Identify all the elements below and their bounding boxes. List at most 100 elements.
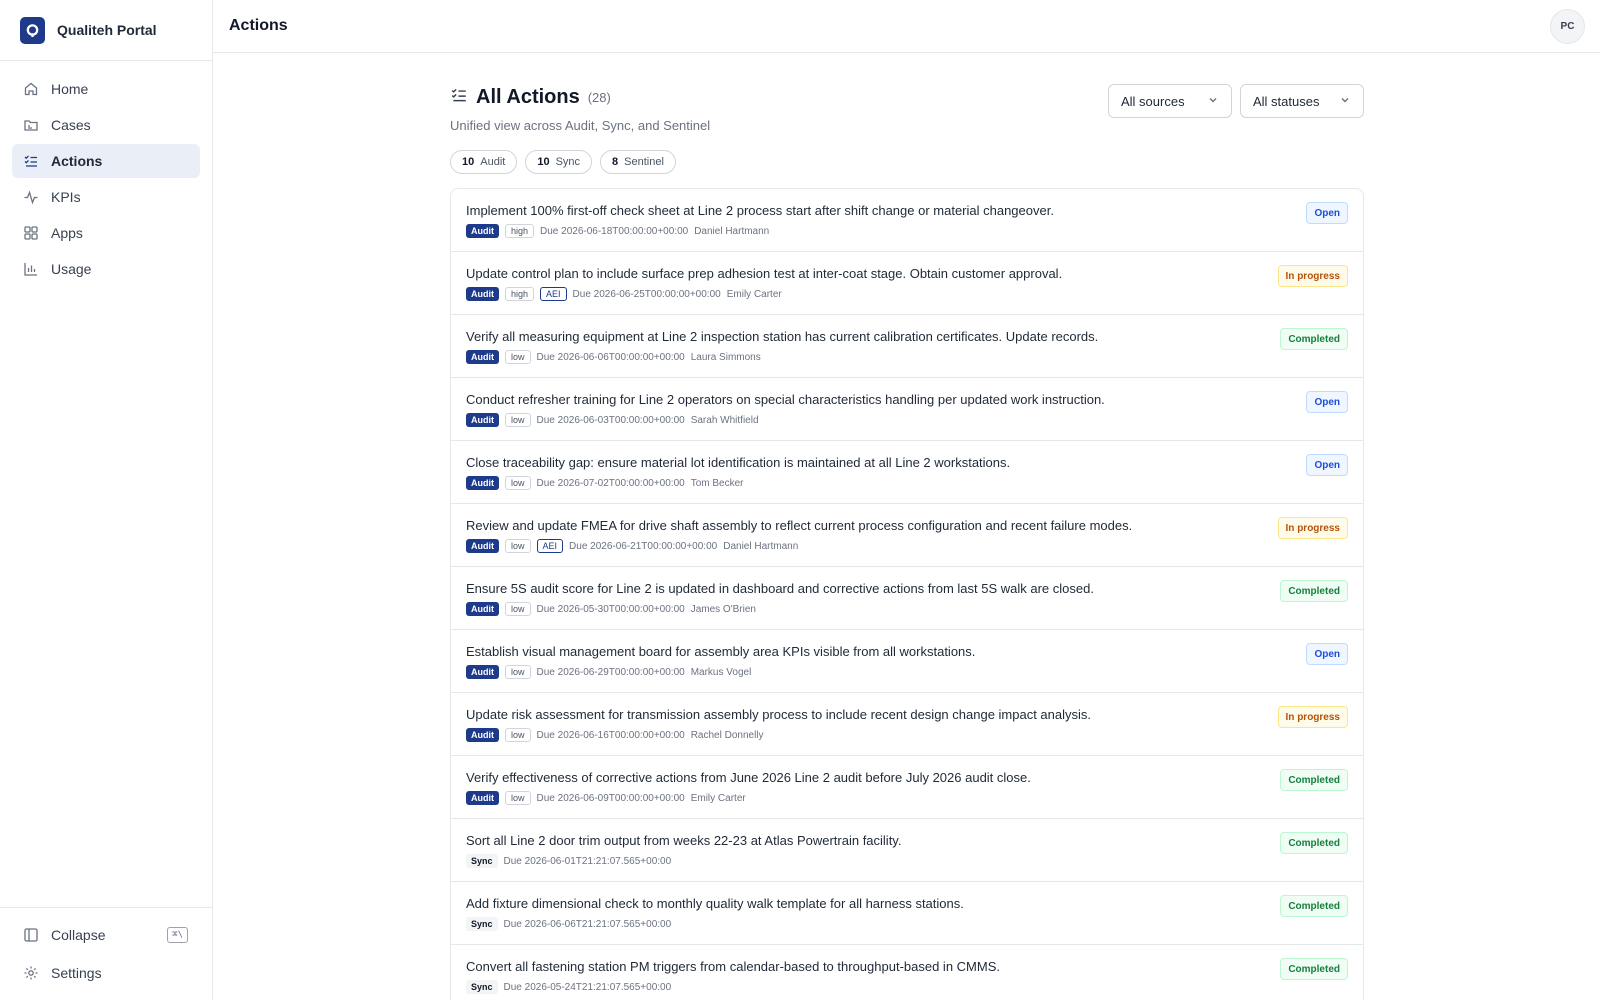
sidebar-collapse-icon [23,927,39,943]
page-title: All Actions [476,85,580,108]
due-date: Due 2026-06-18T00:00:00+00:00 [540,225,689,237]
list-item[interactable]: Add fixture dimensional check to monthly… [451,882,1363,945]
list-item[interactable]: Update risk assessment for transmission … [451,693,1363,756]
chip-count: 10 [537,156,550,168]
chip-sentinel[interactable]: 8 Sentinel [600,150,676,174]
source-badge: Audit [466,665,499,679]
priority-badge: low [505,413,531,427]
action-title: Close traceability gap: ensure material … [466,455,1011,470]
action-meta: Audit low Due 2026-06-06T00:00:00+00:00 Lau… [466,350,1348,364]
action-meta: Audit low Due 2026-07-02T00:00:00+00:00 Tom… [466,476,1348,490]
status-badge: Completed [1280,769,1348,791]
activity-icon [23,189,39,205]
list-item[interactable]: Review and update FMEA for drive shaft a… [451,504,1363,567]
sidebar-item-usage[interactable]: Usage [12,252,200,286]
list-item[interactable]: Establish visual management board for as… [451,630,1363,693]
status-badge: In progress [1277,706,1348,728]
due-date: Due 2026-06-29T00:00:00+00:00 [536,666,685,678]
chip-audit[interactable]: 10 Audit [450,150,518,174]
priority-badge: low [505,602,531,616]
due-date: Due 2026-07-02T00:00:00+00:00 [536,477,685,489]
status-filter-select[interactable]: All statuses [1240,84,1364,118]
source-filter-select[interactable]: All sources [1108,84,1232,118]
chevron-down-icon [1339,94,1351,109]
action-meta: Sync Due 2026-05-24T21:21:07.565+00:00 [466,980,1348,994]
action-title: Verify effectiveness of corrective actio… [466,770,1031,785]
sidebar-item-actions[interactable]: Actions [12,144,200,178]
grid-icon [23,225,39,241]
sidebar-item-label: Home [51,81,89,97]
list-item[interactable]: Verify all measuring equipment at Line 2… [451,315,1363,378]
priority-badge: low [505,476,531,490]
sidebar-item-cases[interactable]: Cases [12,108,200,142]
list-item[interactable]: Close traceability gap: ensure material … [451,441,1363,504]
source-filter-value: All sources [1121,93,1185,109]
status-badge: Completed [1280,832,1348,854]
status-badge: Completed [1280,328,1348,350]
list-item[interactable]: Convert all fastening station PM trigger… [451,945,1363,1000]
status-badge: In progress [1277,517,1348,539]
due-date: Due 2026-06-16T00:00:00+00:00 [536,729,685,741]
action-title: Ensure 5S audit score for Line 2 is upda… [466,581,1094,596]
action-meta: Audit low Due 2026-06-03T00:00:00+00:00 Sar… [466,413,1348,427]
action-title: Verify all measuring equipment at Line 2… [466,329,1099,344]
source-badge: Audit [466,791,499,805]
list-item[interactable]: Sort all Line 2 door trim output from we… [451,819,1363,882]
status-badge: Completed [1280,895,1348,917]
aei-badge: AEI [540,287,567,301]
brand[interactable]: Qualiteh Portal [0,0,212,61]
priority-badge: high [505,224,535,238]
owner-name: Laura Simmons [690,351,761,363]
source-badge: Audit [466,287,499,301]
chip-label: Sync [555,156,581,168]
main-content: All Actions (28) Unified view across Aud… [450,53,1364,1000]
settings-button[interactable]: Settings [12,956,200,990]
owner-name: Emily Carter [690,792,746,804]
chip-label: Sentinel [624,156,664,168]
sidebar-item-label: Cases [51,117,91,133]
action-meta: Sync Due 2026-06-01T21:21:07.565+00:00 [466,854,1348,868]
action-meta: Audit low Due 2026-06-29T00:00:00+00:00 Mar… [466,665,1348,679]
owner-name: Tom Becker [690,477,744,489]
sidebar-item-home[interactable]: Home [12,72,200,106]
collapse-button[interactable]: Collapse ⌘\ [12,918,200,952]
source-badge: Audit [466,413,499,427]
action-title: Update risk assessment for transmission … [466,707,1092,722]
sidebar-footer: Collapse ⌘\ Settings [0,907,212,1000]
due-date: Due 2026-06-01T21:21:07.565+00:00 [503,855,672,867]
sidebar-item-label: Actions [51,153,103,169]
action-meta: Audit high AEI Due 2026-06-25T00:00:00+00:0… [466,287,1348,301]
status-badge: Completed [1280,958,1348,980]
chip-sync[interactable]: 10 Sync [525,150,593,174]
sidebar-item-label: Apps [51,225,83,241]
gear-icon [23,965,39,981]
top-header: Actions PC [213,0,1600,53]
owner-name: Emily Carter [726,288,782,300]
sidebar: Qualiteh Portal Home Cases Actions KPIs … [0,0,213,1000]
list-item[interactable]: Implement 100% first-off check sheet at … [451,189,1363,252]
priority-badge: high [505,287,535,301]
list-item[interactable]: Ensure 5S audit score for Line 2 is upda… [451,567,1363,630]
priority-badge: low [505,791,531,805]
source-badge: Sync [466,980,498,994]
source-badge: Audit [466,539,499,553]
action-meta: Audit low Due 2026-06-16T00:00:00+00:00 Rac… [466,728,1348,742]
page-subtitle: Unified view across Audit, Sync, and Sen… [450,118,711,133]
sidebar-item-label: KPIs [51,189,81,205]
owner-name: Rachel Donnelly [690,729,764,741]
list-item[interactable]: Conduct refresher training for Line 2 op… [451,378,1363,441]
due-date: Due 2026-06-06T00:00:00+00:00 [536,351,685,363]
sidebar-item-label: Usage [51,261,92,277]
actions-list: Implement 100% first-off check sheet at … [450,188,1364,1000]
list-item[interactable]: Update control plan to include surface p… [451,252,1363,315]
action-meta: Sync Due 2026-06-06T21:21:07.565+00:00 [466,917,1348,931]
avatar[interactable]: PC [1550,9,1585,44]
action-title: Sort all Line 2 door trim output from we… [466,833,902,848]
status-badge: Open [1306,391,1348,413]
source-badge: Audit [466,224,499,238]
source-badge: Audit [466,476,499,490]
sidebar-item-kpis[interactable]: KPIs [12,180,200,214]
list-item[interactable]: Verify effectiveness of corrective actio… [451,756,1363,819]
sidebar-item-apps[interactable]: Apps [12,216,200,250]
app-logo-icon [20,16,45,44]
